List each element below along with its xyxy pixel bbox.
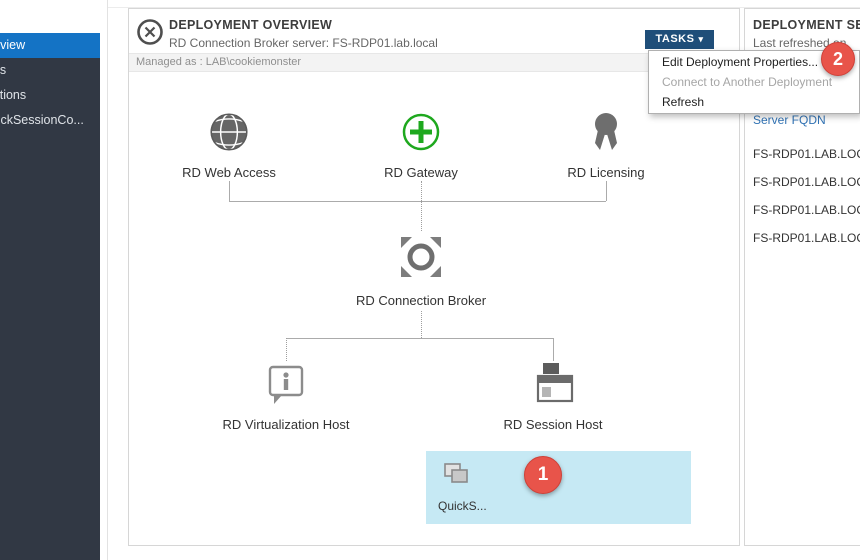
overview-title: DEPLOYMENT OVERVIEW: [169, 18, 332, 32]
tasks-button-label: TASKS: [656, 33, 695, 45]
node-label: RD Web Access: [159, 165, 299, 180]
column-header-server-fqdn[interactable]: Server FQDN: [753, 113, 826, 127]
menu-item-connect-to-another-deployment: Connect to Another Deployment: [649, 72, 859, 92]
ribbon-icon: [584, 142, 628, 159]
servers-list: FS-RDP01.LAB.LOCAL FS-RDP01.LAB.LOCAL FS…: [753, 140, 860, 252]
step-badge-2: 2: [821, 42, 855, 76]
step-badge-1: 1: [524, 456, 562, 494]
node-rd-licensing[interactable]: RD Licensing: [536, 109, 676, 180]
menu-item-refresh[interactable]: Refresh: [649, 92, 859, 112]
node-label: RD Virtualization Host: [206, 417, 366, 432]
collection-label: QuickS...: [438, 499, 487, 513]
connector-line: [421, 181, 422, 201]
tasks-button[interactable]: TASKS▾: [645, 30, 714, 49]
node-label: RD Licensing: [536, 165, 676, 180]
session-collection-item[interactable]: QuickS...: [426, 451, 691, 524]
connector-line: [606, 181, 607, 201]
globe-icon: [206, 142, 252, 159]
connector-line: [286, 338, 287, 361]
overview-subtitle: RD Connection Broker server: FS-RDP01.la…: [169, 36, 438, 50]
node-label: RD Connection Broker: [341, 293, 501, 308]
server-row[interactable]: FS-RDP01.LAB.LOCAL: [753, 224, 860, 252]
node-rd-session-host[interactable]: RD Session Host: [473, 361, 633, 432]
sidebar-item-servers[interactable]: Servers: [0, 58, 100, 83]
chevron-down-icon: ▾: [698, 34, 703, 44]
connector-line: [553, 338, 554, 361]
session-host-icon: [527, 394, 579, 411]
node-rd-connection-broker[interactable]: RD Connection Broker: [341, 231, 501, 308]
server-row[interactable]: FS-RDP01.LAB.LOCAL: [753, 196, 860, 224]
connector-line: [286, 338, 553, 339]
node-rd-virtualization-host[interactable]: RD Virtualization Host: [206, 361, 366, 432]
server-row[interactable]: FS-RDP01.LAB.LOCAL: [753, 140, 860, 168]
rds-sidebar: Overview Servers Collections QuickSessio…: [0, 33, 100, 560]
green-plus-icon: [398, 142, 444, 159]
nav-content-divider: [107, 0, 108, 560]
collection-windows-icon: [442, 461, 472, 492]
node-rd-web-access[interactable]: RD Web Access: [159, 109, 299, 180]
sidebar-item-overview[interactable]: Overview: [0, 33, 100, 58]
virtualization-host-icon: [263, 394, 309, 411]
servers-title: DEPLOYMENT SERVERS: [753, 18, 860, 32]
server-manager-rds-view: Overview Servers Collections QuickSessio…: [0, 0, 860, 560]
node-rd-gateway[interactable]: RD Gateway: [351, 109, 491, 180]
broker-icon: [395, 270, 447, 287]
node-label: RD Session Host: [473, 417, 633, 432]
connector-line: [229, 201, 606, 202]
connector-line: [421, 201, 422, 231]
sidebar-item-collections[interactable]: Collections: [0, 83, 100, 108]
sidebar-item-quicksessioncollection[interactable]: QuickSessionCo...: [0, 108, 100, 133]
server-row[interactable]: FS-RDP01.LAB.LOCAL: [753, 168, 860, 196]
connector-line: [229, 181, 230, 201]
node-label: RD Gateway: [351, 165, 491, 180]
deployment-overview-icon: [135, 17, 165, 47]
connector-line: [421, 311, 422, 338]
